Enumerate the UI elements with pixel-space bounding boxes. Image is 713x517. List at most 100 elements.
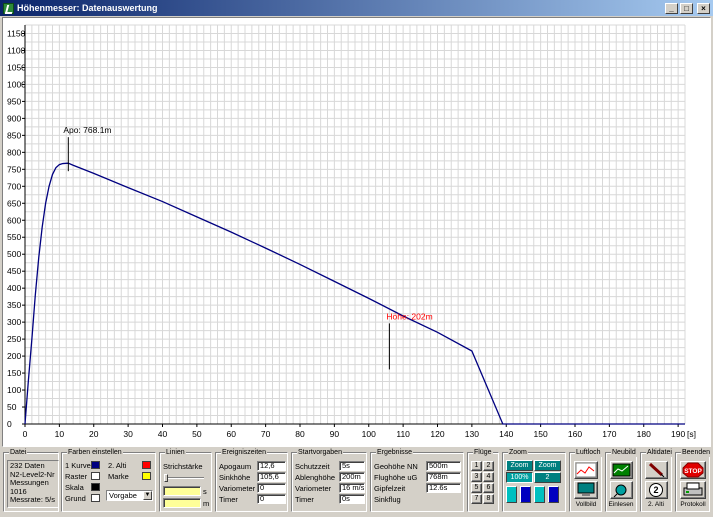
x-tick-label: 180 xyxy=(637,429,651,439)
ereignis-title: Ereigniszeiten xyxy=(221,448,267,457)
beenden-panel: Beenden STOP Protokoll xyxy=(675,448,712,512)
y-tick-label: 1050 xyxy=(7,62,26,72)
sinkhoehe-field[interactable]: 105,6 xyxy=(257,472,286,482)
farbe-grund-swatch[interactable] xyxy=(91,494,100,502)
y-tick-label: 1100 xyxy=(7,45,26,55)
read-icon[interactable] xyxy=(610,481,633,499)
ereignis-label: Sinkhöhe xyxy=(219,473,251,482)
flug-button[interactable]: 6 xyxy=(483,483,494,493)
scroll-up-down-icon[interactable] xyxy=(520,486,531,503)
x-tick-label: 130 xyxy=(465,429,479,439)
timer-field[interactable]: 0 xyxy=(257,494,286,504)
y-tick-label: 50 xyxy=(7,402,17,412)
y-tick-label: 800 xyxy=(7,147,21,157)
x-tick-label: 80 xyxy=(295,429,305,439)
zoom-panel: Zoom Zoom Zoom 100% 2 xyxy=(502,448,566,512)
y-tick-label: 750 xyxy=(7,164,21,174)
flug-button[interactable]: 3 xyxy=(471,472,482,482)
x-tick-label: 20 xyxy=(89,429,99,439)
pen-icon[interactable] xyxy=(645,461,668,479)
schutzzeit-field[interactable]: 5s xyxy=(339,461,365,471)
y-tick-label: 950 xyxy=(7,96,21,106)
start-label: Variometer xyxy=(295,484,332,493)
zoom-100-button[interactable]: 100% xyxy=(506,472,533,483)
dropdown-arrow-icon[interactable]: ▼ xyxy=(143,491,152,500)
y-tick-label: 850 xyxy=(7,130,21,140)
farbe-raster-swatch[interactable] xyxy=(91,472,100,480)
start-panel: Startvorgaben Schutzzeit 5s Ablenghöhe 2… xyxy=(291,448,367,512)
farbe-alti-swatch[interactable] xyxy=(142,461,151,469)
scroll-up-down-icon[interactable] xyxy=(506,486,517,503)
y-tick-label: 550 xyxy=(7,232,21,242)
datei-title: Datei xyxy=(9,448,28,457)
x-tick-label: 0 xyxy=(23,429,28,439)
app-icon xyxy=(3,2,14,14)
alti2-label: 2. Alti xyxy=(648,501,664,508)
y-tick-label: 400 xyxy=(7,283,21,293)
start-title: Startvorgaben xyxy=(297,448,343,457)
y-tick-label: 0 xyxy=(7,419,12,429)
x-tick-label: 190 xyxy=(671,429,685,439)
start-variometer-field[interactable]: 16 m/s xyxy=(339,483,365,493)
farbe-marke-swatch[interactable] xyxy=(142,472,151,480)
ablenghoehe-field[interactable]: 200m xyxy=(339,472,365,482)
window-title: Höhenmesser: Datenauswertung xyxy=(17,3,158,13)
close-button[interactable]: × xyxy=(697,2,710,14)
x-tick-label: 30 xyxy=(123,429,133,439)
flug-button[interactable]: 2 xyxy=(483,461,494,471)
flug-button[interactable]: 1 xyxy=(471,461,482,471)
start-timer-field[interactable]: 0s xyxy=(339,494,365,504)
y-tick-label: 700 xyxy=(7,181,21,191)
stop-icon[interactable]: STOP xyxy=(680,461,706,479)
ergebnisse-panel: Ergebnisse Geohöhe NN 500m Flughöhe uG 7… xyxy=(370,448,464,512)
minimize-button[interactable]: _ xyxy=(665,2,678,14)
printer-icon[interactable] xyxy=(680,481,706,499)
y-tick-label: 200 xyxy=(7,351,21,361)
file-info-line: Messrate: 5/s xyxy=(10,495,56,504)
zoom-out-button[interactable]: Zoom xyxy=(534,460,561,471)
vollbild-label: Vollbild xyxy=(575,501,597,508)
neubild-title: Neubild xyxy=(611,448,637,457)
farbe-marke-label: Marke xyxy=(108,472,129,481)
x-tick-label: 170 xyxy=(602,429,616,439)
zoom-in-button[interactable]: Zoom xyxy=(506,460,533,471)
flug-button[interactable]: 4 xyxy=(483,472,494,482)
x-tick-label: 160 xyxy=(568,429,582,439)
chart-icon[interactable] xyxy=(574,461,598,479)
ergebnis-label: Flughöhe uG xyxy=(374,473,418,482)
variometer-field[interactable]: 0 xyxy=(257,483,286,493)
farbe-kurve-swatch[interactable] xyxy=(91,461,100,469)
strichstaerke-slider[interactable] xyxy=(164,477,204,479)
start-label: Ablenghöhe xyxy=(295,473,336,482)
chart-area[interactable]: 0 50 100 150 200 250 300 350 400 450 500 550 600 650 7… xyxy=(2,17,711,447)
flug-button[interactable]: 8 xyxy=(483,494,494,504)
alti-badge: 2 xyxy=(653,485,658,495)
apogaeum-field[interactable]: 12,6 xyxy=(257,461,286,471)
fluege-panel: Flüge 1 2 3 4 5 6 7 8 xyxy=(467,448,499,512)
y-tick-label: 100 xyxy=(7,385,21,395)
farbe-skala-swatch[interactable] xyxy=(91,483,100,491)
protokoll-label: Protokoll xyxy=(680,501,706,508)
linie-s-field[interactable] xyxy=(163,486,201,496)
slider-thumb[interactable] xyxy=(164,474,168,482)
graph-icon[interactable] xyxy=(610,461,633,479)
x-tick-label: 110 xyxy=(396,429,410,439)
x-tick-label: 90 xyxy=(330,429,340,439)
ereignis-label: Timer xyxy=(219,495,238,504)
second-alti-icon[interactable]: 2 xyxy=(645,481,668,499)
farbe-kurve-label: 1 Kurve xyxy=(65,461,91,470)
flug-button[interactable]: 5 xyxy=(471,483,482,493)
maximize-button[interactable]: □ xyxy=(680,2,693,14)
y-tick-label: 1000 xyxy=(7,79,26,89)
farben-select[interactable]: Vorgabe ▼ xyxy=(106,490,153,501)
y-tick-label: 300 xyxy=(7,317,21,327)
datei-panel: Datei 232 Daten N2-Level2-Nr Messungen 1… xyxy=(3,448,59,512)
flug-button[interactable]: 7 xyxy=(471,494,482,504)
scroll-up-down-icon[interactable] xyxy=(548,486,559,503)
zoom-2-button[interactable]: 2 xyxy=(534,472,561,483)
altidatei-title: Altidatei xyxy=(646,448,673,457)
linie-m-field[interactable] xyxy=(163,498,201,508)
monitor-icon[interactable] xyxy=(574,481,598,499)
scroll-up-down-icon[interactable] xyxy=(534,486,545,503)
geohoehe-field: 500m xyxy=(426,461,461,471)
